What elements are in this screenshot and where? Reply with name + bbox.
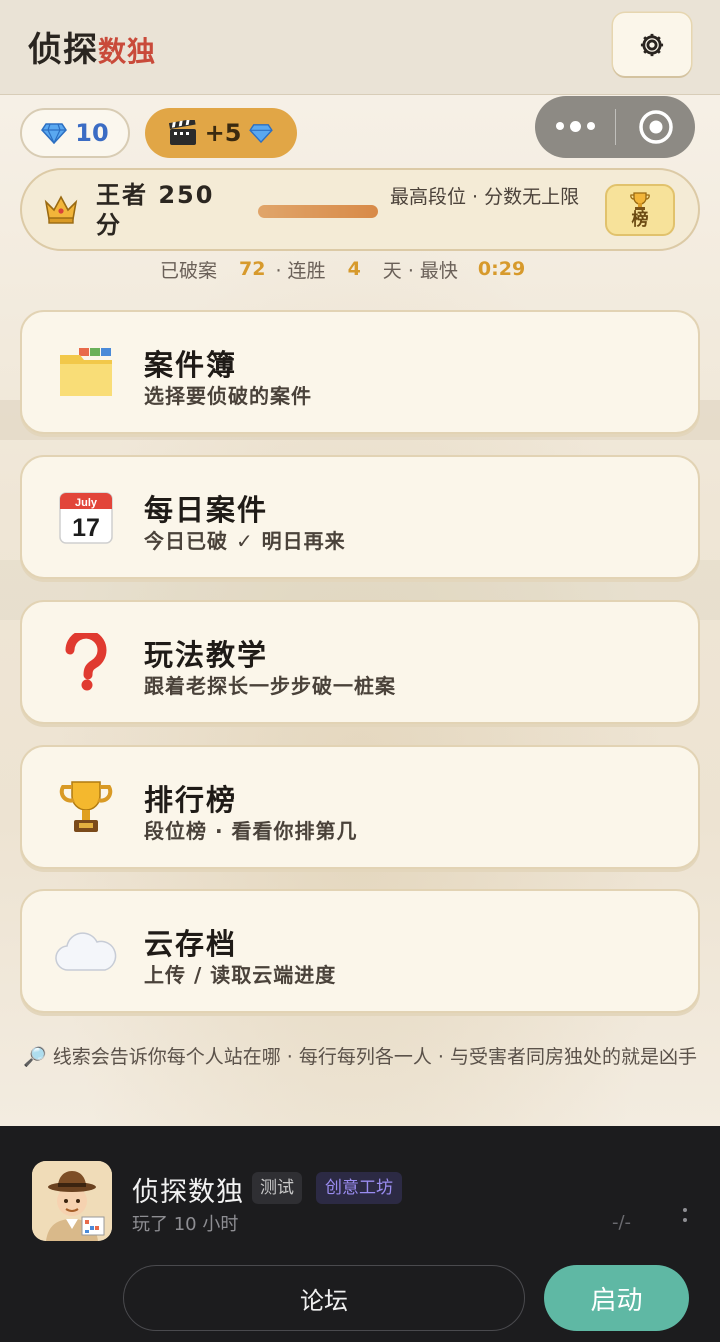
miniprogram-info-sheet: 侦探数独 测试 创意工坊 玩了 10 小时 -/- 论坛 启动 (0, 1126, 720, 1342)
close-miniprogram-button[interactable] (616, 109, 695, 145)
leaderboard-label: 榜 (631, 210, 649, 230)
calendar-day: 17 (72, 514, 100, 542)
fastest-label: 天 · 最快 (382, 259, 458, 282)
streak-count: 4 (347, 258, 361, 280)
more-menu-icon[interactable] (680, 1208, 690, 1222)
settings-button[interactable] (613, 13, 691, 76)
hint-text: 🔎 线索会告诉你每个人站在哪 · 每行每列各一人 · 与受害者同房独处的就是凶手 (23, 1046, 697, 1068)
streak-label: · 连胜 (275, 259, 326, 282)
forum-button[interactable]: 论坛 (123, 1265, 525, 1331)
menu-card-tutorial[interactable]: 玩法教学 跟着老探长一步步破一桩案 (20, 600, 700, 724)
app-title: 侦探数独 (28, 22, 156, 71)
solved-label: 已破案 (160, 259, 218, 282)
menu-title: 案件簿 (144, 348, 238, 382)
menu-subtitle: 今日已破 ✓ 明日再来 (144, 529, 346, 553)
menu-title: 玩法教学 (144, 638, 269, 672)
menu-card-casebook[interactable]: 案件簿 选择要侦破的案件 (20, 310, 700, 434)
crown-icon (44, 195, 78, 224)
menu-title: 云存档 (144, 927, 238, 961)
menu-subtitle: 段位榜 · 看看你排第几 (144, 819, 358, 843)
miniprogram-capsule (535, 96, 695, 158)
test-tag: 测试 (252, 1172, 302, 1204)
gem-count: 10 (75, 119, 109, 147)
folder-icon (54, 340, 118, 404)
solved-count: 72 (239, 258, 266, 280)
app-name: 侦探数独 (132, 1177, 244, 1208)
cloud-icon (54, 919, 118, 983)
rank-label: 王者 250 分 (96, 181, 215, 239)
gem-counter[interactable]: 10 (20, 108, 130, 158)
rank-progress-bar (258, 205, 378, 218)
question-icon (54, 630, 118, 694)
menu-subtitle: 上传 / 读取云端进度 (144, 963, 337, 987)
video-reward-amount: +5 (204, 119, 242, 147)
menu-title: 排行榜 (144, 783, 238, 817)
diamond-icon (41, 123, 68, 144)
top-header: 侦探数独 (0, 0, 720, 95)
play-time: 玩了 10 小时 (132, 1214, 239, 1235)
video-reward-button[interactable]: +5 (145, 108, 297, 158)
menu-card-cloud-save[interactable]: 云存档 上传 / 读取云端进度 (20, 889, 700, 1013)
rank-note: 最高段位 · 分数无上限 (390, 186, 580, 208)
launch-button[interactable]: 启动 (544, 1265, 689, 1331)
menu-card-daily[interactable]: July 17 每日案件 今日已破 ✓ 明日再来 (20, 455, 700, 579)
fastest-time: 0:29 (477, 258, 526, 280)
gear-icon (640, 33, 664, 56)
rank-bar: 王者 250 分 最高段位 · 分数无上限 榜 (20, 168, 700, 251)
app-icon (32, 1161, 112, 1241)
calendar-icon: July 17 (54, 485, 118, 549)
workshop-tag[interactable]: 创意工坊 (316, 1172, 402, 1204)
more-options-button[interactable] (535, 121, 615, 132)
diamond-icon (249, 124, 274, 143)
stats-line: 已破案 72 · 连胜 4 天 · 最快 0:29 (160, 255, 525, 283)
trophy-icon (54, 775, 118, 839)
clapperboard-icon (168, 120, 196, 145)
menu-title: 每日案件 (144, 493, 269, 527)
app-title-main: 侦探 (28, 30, 98, 70)
trophy-icon (630, 192, 650, 210)
app-title-accent: 数独 (98, 35, 157, 68)
menu-subtitle: 选择要侦破的案件 (144, 384, 312, 408)
target-icon (638, 110, 673, 144)
rating-placeholder: -/- (612, 1212, 632, 1233)
leaderboard-button[interactable]: 榜 (605, 184, 675, 236)
menu-subtitle: 跟着老探长一步步破一桩案 (144, 674, 396, 698)
calendar-month: July (75, 497, 98, 509)
menu-card-leaderboard[interactable]: 排行榜 段位榜 · 看看你排第几 (20, 745, 700, 869)
